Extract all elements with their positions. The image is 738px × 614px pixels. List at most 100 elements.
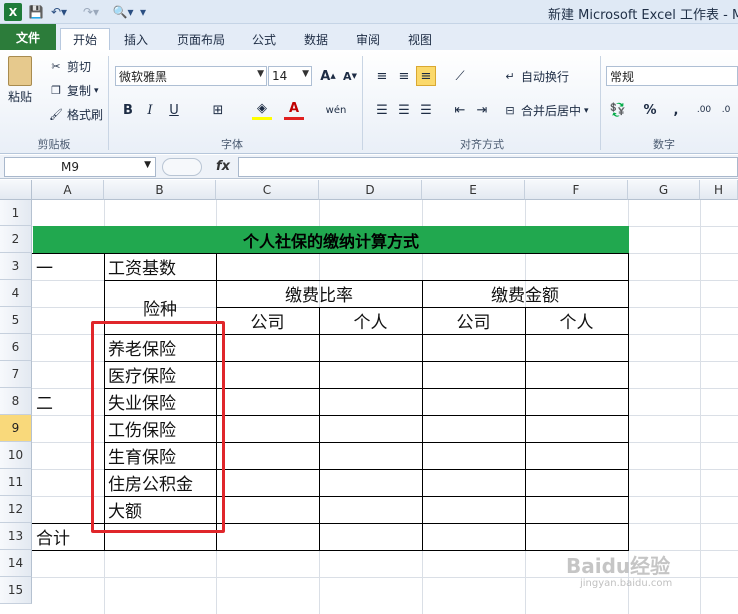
merge-center-button[interactable]: ⊟ 合并后居中 ▾ (502, 102, 588, 119)
tab-file[interactable]: 文件 (0, 24, 56, 50)
row-header[interactable]: 3 (0, 253, 32, 280)
excel-logo-icon: X (4, 3, 22, 21)
row-header[interactable]: 13 (0, 523, 32, 550)
percent-icon[interactable]: % (640, 100, 660, 120)
shrink-font-icon[interactable]: A ▼ (340, 66, 360, 86)
decrease-indent-icon[interactable]: ⇤ (450, 100, 470, 120)
row-header[interactable]: 12 (0, 496, 32, 523)
fill-color-icon[interactable]: ◈ (252, 100, 272, 120)
tab-data[interactable]: 数据 (298, 28, 334, 50)
customize-toolbar-icon[interactable]: ▾ (138, 3, 148, 21)
row-header[interactable]: 2 (0, 226, 32, 253)
cell-f5[interactable]: 个人 (525, 307, 628, 334)
scissors-icon: ✂ (51, 60, 61, 73)
row-header[interactable]: 4 (0, 280, 32, 307)
align-center-icon[interactable]: ☰ (394, 100, 414, 120)
sheet-title-cell[interactable]: 个人社保的缴纳计算方式 (33, 226, 629, 253)
row-header[interactable]: 1 (0, 200, 32, 226)
column-header-d[interactable]: D (319, 180, 422, 200)
tab-home[interactable]: 开始 (60, 28, 110, 50)
cell-a3[interactable]: 一 (36, 253, 53, 280)
align-right-icon[interactable]: ☰ (416, 100, 436, 120)
row-header[interactable]: 6 (0, 334, 32, 361)
column-header-g[interactable]: G (628, 180, 700, 200)
bold-icon[interactable]: B (118, 100, 138, 120)
font-color-icon[interactable]: A (284, 100, 304, 120)
clipboard-icon (8, 56, 32, 86)
cell-ratio-header[interactable]: 缴费比率 (216, 280, 422, 307)
cell-e5[interactable]: 公司 (422, 307, 525, 334)
cell-a13[interactable]: 合计 (36, 523, 70, 550)
table-border (628, 253, 629, 551)
brush-icon: 🖌 (49, 108, 63, 121)
cell-a8[interactable]: 二 (36, 388, 53, 415)
grow-font-icon[interactable]: A ▲ (318, 66, 338, 86)
print-preview-icon[interactable]: 🔍▾ (112, 3, 134, 21)
phonetic-icon[interactable]: wén (326, 100, 347, 120)
font-name-combo[interactable]: 微软雅黑 ▼ (115, 66, 267, 86)
undo-icon[interactable]: ↶▾ (48, 3, 70, 21)
merge-cells-icon: ⊟ (505, 104, 515, 117)
orientation-icon[interactable]: ⟋ (450, 66, 470, 86)
group-divider (600, 56, 601, 150)
tab-page-layout[interactable]: 页面布局 (170, 28, 232, 50)
column-header-h[interactable]: H (700, 180, 738, 200)
row-header[interactable]: 7 (0, 361, 32, 388)
formula-bar-handle[interactable] (162, 158, 202, 176)
name-box[interactable]: M9 ▼ (4, 157, 156, 177)
cut-button[interactable]: ✂ 剪切 (48, 58, 91, 75)
save-icon[interactable]: 💾 (28, 3, 44, 21)
row-header[interactable]: 15 (0, 577, 32, 604)
comma-style-icon[interactable]: , (666, 100, 686, 120)
paste-button[interactable]: 粘贴 (8, 56, 32, 105)
window-title: 新建 Microsoft Excel 工作表 - Mi (548, 8, 738, 23)
number-format-combo[interactable]: 常规 (606, 66, 738, 86)
insert-function-icon[interactable]: fx (216, 159, 230, 174)
clipboard-group-label: 剪贴板 (37, 138, 71, 151)
copy-icon: ❐ (51, 84, 61, 97)
font-group-label: 字体 (221, 138, 243, 151)
row-header[interactable]: 5 (0, 307, 32, 334)
increase-decimal-icon[interactable]: .00 (694, 100, 714, 120)
row-header[interactable]: 11 (0, 469, 32, 496)
formula-input[interactable] (238, 157, 738, 177)
row-header[interactable]: 8 (0, 388, 32, 415)
select-all-button[interactable] (0, 180, 32, 200)
redo-icon[interactable]: ↷▾ (80, 3, 102, 21)
decrease-decimal-icon[interactable]: .0 (716, 100, 736, 120)
increase-indent-icon[interactable]: ⇥ (472, 100, 492, 120)
column-header-b[interactable]: B (104, 180, 216, 200)
tab-insert[interactable]: 插入 (116, 28, 156, 50)
align-top-icon[interactable]: ≡ (372, 66, 392, 86)
cell-b3[interactable]: 工资基数 (108, 253, 176, 280)
row-header[interactable]: 10 (0, 442, 32, 469)
align-middle-icon[interactable]: ≡ (394, 66, 414, 86)
column-header-c[interactable]: C (216, 180, 319, 200)
cell-c5[interactable]: 公司 (216, 307, 319, 334)
underline-icon[interactable]: U (164, 100, 184, 120)
format-painter-button[interactable]: 🖌 格式刷 (48, 106, 103, 123)
table-border (32, 550, 629, 551)
cell-d5[interactable]: 个人 (319, 307, 422, 334)
ribbon-tabs: 文件 开始 插入 页面布局 公式 数据 审阅 视图 (0, 24, 738, 50)
tab-formulas[interactable]: 公式 (246, 28, 282, 50)
row-header-selected[interactable]: 9 (0, 415, 32, 442)
column-header-a[interactable]: A (32, 180, 104, 200)
title-bar: X 💾 ↶▾ ↷▾ 🔍▾ ▾ 新建 Microsoft Excel 工作表 - … (0, 0, 738, 24)
borders-icon[interactable]: ⊞ (208, 100, 228, 120)
currency-icon[interactable]: 💱 (608, 100, 628, 120)
tab-review[interactable]: 审阅 (350, 28, 386, 50)
column-header-e[interactable]: E (422, 180, 525, 200)
italic-icon[interactable]: I (140, 100, 160, 120)
align-bottom-icon[interactable]: ≡ (416, 66, 436, 86)
number-group-label: 数字 (653, 138, 675, 151)
tab-view[interactable]: 视图 (402, 28, 438, 50)
align-left-icon[interactable]: ☰ (372, 100, 392, 120)
row-header[interactable]: 14 (0, 550, 32, 577)
cell-amount-header[interactable]: 缴费金额 (422, 280, 628, 307)
font-size-combo[interactable]: 14 ▼ (268, 66, 312, 86)
column-header-f[interactable]: F (525, 180, 628, 200)
wrap-text-button[interactable]: ↵ 自动换行 (502, 68, 569, 85)
copy-button[interactable]: ❐ 复制 ▾ (48, 82, 98, 99)
gridline (700, 200, 701, 614)
